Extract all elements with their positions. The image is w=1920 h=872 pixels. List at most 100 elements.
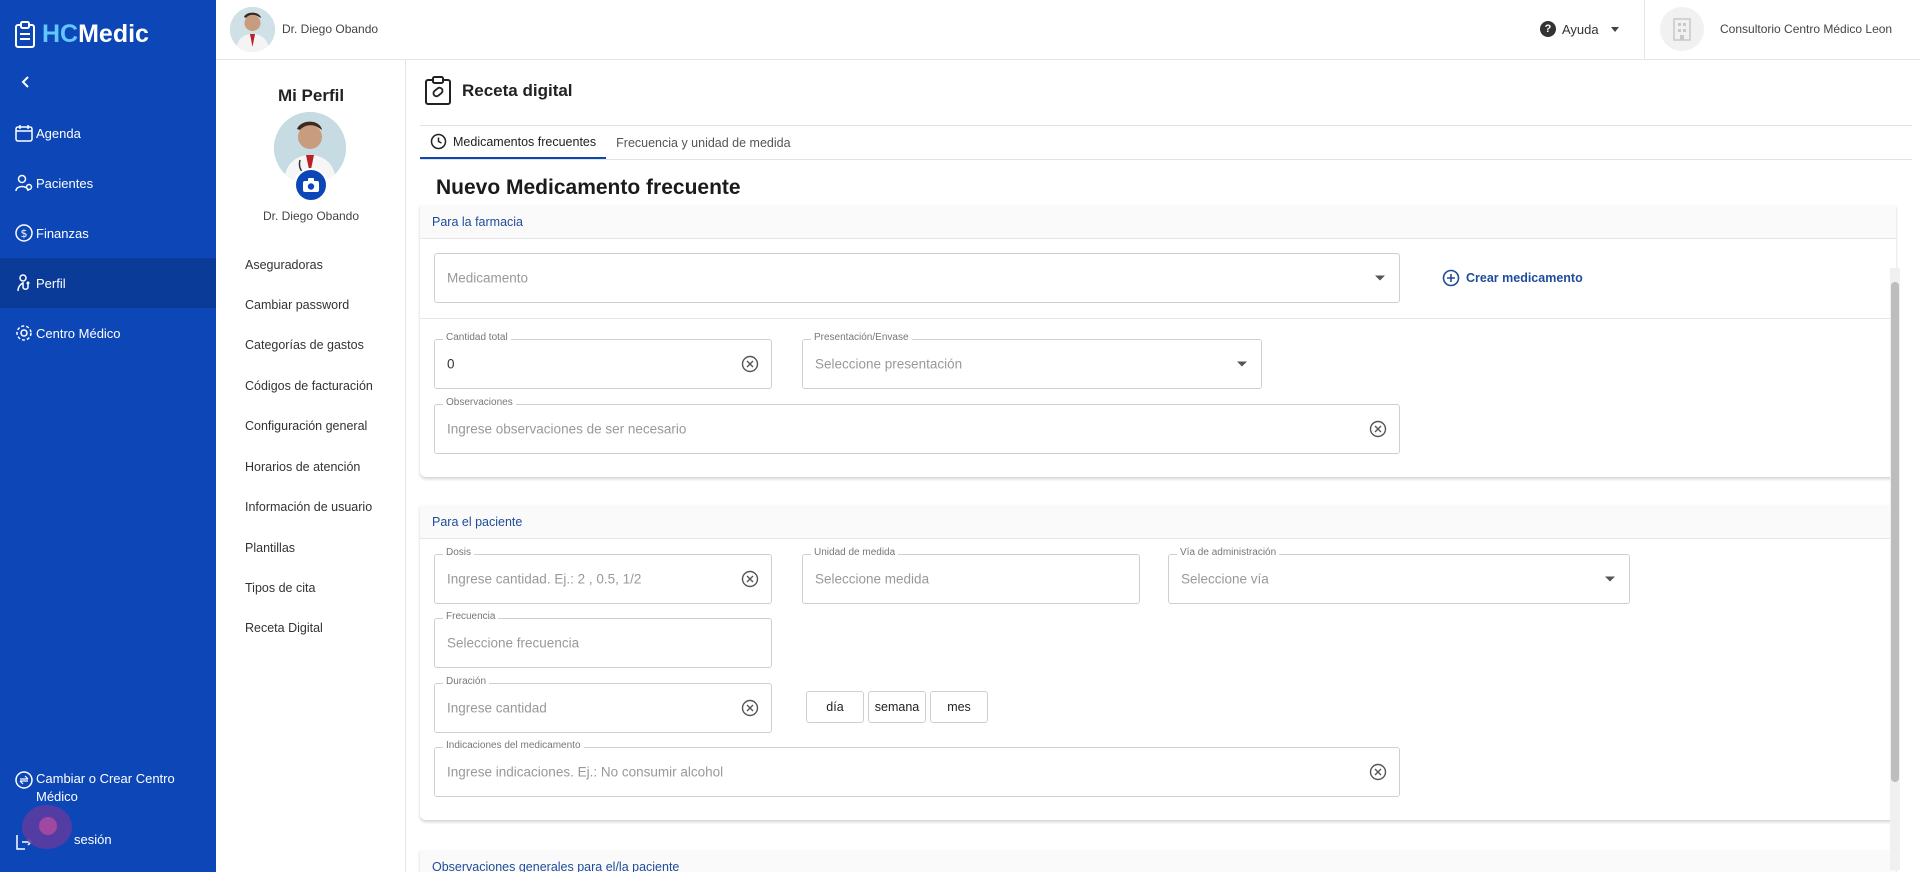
main-sidebar: HCMedic Agenda Pacientes $ Finanzas Perf… bbox=[0, 0, 216, 872]
building-icon bbox=[1673, 18, 1691, 41]
create-medication-button[interactable]: Crear medicamento bbox=[1442, 269, 1583, 287]
tab-frecuencia-unidad[interactable]: Frecuencia y unidad de medida bbox=[606, 126, 800, 159]
gear-icon bbox=[16, 325, 32, 341]
indications-placeholder: Ingrese indicaciones. Ej.: No consumir a… bbox=[447, 764, 724, 780]
presentation-placeholder: Seleccione presentación bbox=[815, 356, 963, 372]
settings-link-configuracion-general[interactable]: Configuración general bbox=[245, 419, 367, 433]
settings-link-tipos-cita[interactable]: Tipos de cita bbox=[245, 581, 315, 595]
nav-label: Agenda bbox=[36, 125, 81, 141]
nav-label: Perfil bbox=[36, 275, 66, 291]
app-logo[interactable]: HCMedic bbox=[14, 20, 149, 49]
divider bbox=[1644, 0, 1645, 60]
divider bbox=[420, 318, 1896, 319]
duration-field[interactable]: Duración Ingrese cantidad bbox=[434, 676, 772, 733]
plus-circle-icon bbox=[1442, 269, 1460, 287]
calendar-icon bbox=[15, 125, 33, 142]
app-root: HCMedic Agenda Pacientes $ Finanzas Perf… bbox=[0, 0, 1920, 872]
clear-icon[interactable] bbox=[741, 355, 759, 373]
avatar[interactable] bbox=[230, 7, 275, 52]
form-title: Nuevo Medicamento frecuente bbox=[436, 176, 741, 199]
settings-link-categorias-gastos[interactable]: Categorías de gastos bbox=[245, 338, 364, 352]
dose-label: Dosis bbox=[443, 547, 475, 558]
camera-icon bbox=[303, 178, 319, 192]
patient-card: Para el paciente Dosis Ingrese cantidad.… bbox=[420, 505, 1896, 820]
settings-link-cambiar-password[interactable]: Cambiar password bbox=[245, 298, 349, 312]
observations-label: Observaciones bbox=[443, 397, 516, 408]
duration-placeholder: Ingrese cantidad bbox=[447, 700, 547, 716]
nav-item-finanzas[interactable]: $ Finanzas bbox=[0, 208, 216, 258]
nav-item-agenda[interactable]: Agenda bbox=[0, 108, 216, 158]
settings-link-aseguradoras[interactable]: Aseguradoras bbox=[245, 258, 323, 272]
prescription-icon bbox=[425, 76, 451, 105]
medication-placeholder: Medicamento bbox=[447, 270, 529, 286]
indications-field[interactable]: Indicaciones del medicamento Ingrese ind… bbox=[434, 740, 1400, 797]
clear-icon[interactable] bbox=[1369, 420, 1387, 438]
settings-link-plantillas[interactable]: Plantillas bbox=[245, 541, 295, 555]
presentation-select[interactable]: Presentación/Envase Seleccione presentac… bbox=[802, 332, 1262, 389]
duration-month-button[interactable]: mes bbox=[930, 691, 988, 723]
nav-item-pacientes[interactable]: Pacientes bbox=[0, 158, 216, 208]
clinic-logo[interactable] bbox=[1660, 7, 1704, 51]
frequency-placeholder: Seleccione frecuencia bbox=[447, 635, 580, 651]
help-menu-button[interactable]: ? Ayuda bbox=[1540, 21, 1619, 37]
pharmacy-header: Para la farmacia bbox=[420, 205, 1896, 239]
change-photo-button[interactable] bbox=[294, 168, 328, 202]
presentation-label: Presentación/Envase bbox=[811, 332, 912, 343]
unit-label: Unidad de medida bbox=[811, 547, 899, 558]
settings-link-informacion-usuario[interactable]: Información de usuario bbox=[245, 500, 372, 514]
route-label: Vía de administración bbox=[1177, 547, 1280, 558]
collapse-sidebar-button[interactable] bbox=[16, 72, 36, 92]
logo-text-medic: Medic bbox=[78, 20, 149, 48]
dose-field[interactable]: Dosis Ingrese cantidad. Ej.: 2 , 0.5, 1/… bbox=[434, 547, 772, 604]
observations-field[interactable]: Observaciones Ingrese observaciones de s… bbox=[434, 397, 1400, 454]
scrollbar-thumb[interactable] bbox=[1891, 282, 1899, 782]
frequency-label: Frecuencia bbox=[443, 611, 499, 622]
page-header: Receta digital bbox=[424, 76, 573, 106]
profile-title: Mi Perfil bbox=[277, 86, 345, 105]
observations-placeholder: Ingrese observaciones de ser necesario bbox=[447, 421, 687, 437]
total-qty-field[interactable]: Cantidad total 0 bbox=[434, 332, 772, 389]
page-title: Receta digital bbox=[462, 81, 573, 100]
settings-link-codigos-facturacion[interactable]: Códigos de facturación bbox=[245, 379, 373, 393]
clear-icon[interactable] bbox=[741, 699, 759, 717]
tab-bar: Medicamentos frecuentes Frecuencia y uni… bbox=[420, 126, 1912, 160]
stethoscope-icon bbox=[17, 274, 30, 292]
frequency-field[interactable]: Frecuencia Seleccione frecuencia bbox=[434, 611, 772, 668]
nav-label: Centro Médico bbox=[36, 325, 121, 341]
profile-name: Dr. Diego Obando bbox=[262, 209, 360, 223]
unit-placeholder: Seleccione medida bbox=[815, 571, 930, 587]
pharmacy-card: Para la farmacia Medicamento Crear medic… bbox=[420, 205, 1896, 477]
tab-label: Frecuencia y unidad de medida bbox=[616, 135, 791, 150]
help-icon: ? bbox=[1540, 21, 1556, 37]
clock-icon bbox=[430, 133, 447, 150]
floating-assistant-button[interactable] bbox=[22, 805, 72, 849]
general-observations-header: Observaciones generales para el/la pacie… bbox=[420, 850, 1896, 872]
duration-week-button[interactable]: semana bbox=[868, 691, 926, 723]
total-qty-label: Cantidad total bbox=[443, 332, 511, 343]
patient-header: Para el paciente bbox=[420, 505, 1896, 539]
doctor-avatar-icon bbox=[230, 7, 275, 52]
help-label: Ayuda bbox=[1562, 21, 1599, 37]
switch-center-button[interactable]: Cambiar o Crear Centro Médico bbox=[14, 770, 204, 806]
clinic-name[interactable]: Consultorio Centro Médico Leon bbox=[1720, 22, 1892, 36]
nav-item-perfil[interactable]: Perfil bbox=[0, 258, 216, 308]
logout-label: sesión bbox=[74, 832, 112, 847]
tab-medicamentos-frecuentes[interactable]: Medicamentos frecuentes bbox=[420, 126, 607, 159]
clear-icon[interactable] bbox=[741, 570, 759, 588]
route-select[interactable]: Vía de administración Seleccione vía bbox=[1168, 547, 1630, 604]
settings-link-horarios[interactable]: Horarios de atención bbox=[245, 460, 360, 474]
dose-placeholder: Ingrese cantidad. Ej.: 2 , 0.5, 1/2 bbox=[447, 571, 642, 587]
medication-select[interactable]: Medicamento bbox=[434, 253, 1400, 303]
switch-center-label: Cambiar o Crear Centro Médico bbox=[36, 771, 175, 804]
duration-day-button[interactable]: día bbox=[806, 691, 864, 723]
route-placeholder: Seleccione vía bbox=[1181, 571, 1269, 587]
patients-icon bbox=[15, 174, 33, 192]
nav-label: Finanzas bbox=[36, 225, 89, 241]
general-observations-card: Observaciones generales para el/la pacie… bbox=[420, 850, 1896, 872]
unit-field[interactable]: Unidad de medida Seleccione medida bbox=[802, 547, 1140, 604]
top-user-name[interactable]: Dr. Diego Obando bbox=[282, 22, 378, 36]
nav-item-centro-medico[interactable]: Centro Médico bbox=[0, 308, 216, 358]
clear-icon[interactable] bbox=[1369, 763, 1387, 781]
logo-text-hc: HC bbox=[42, 20, 79, 48]
settings-link-receta-digital[interactable]: Receta Digital bbox=[245, 621, 323, 635]
